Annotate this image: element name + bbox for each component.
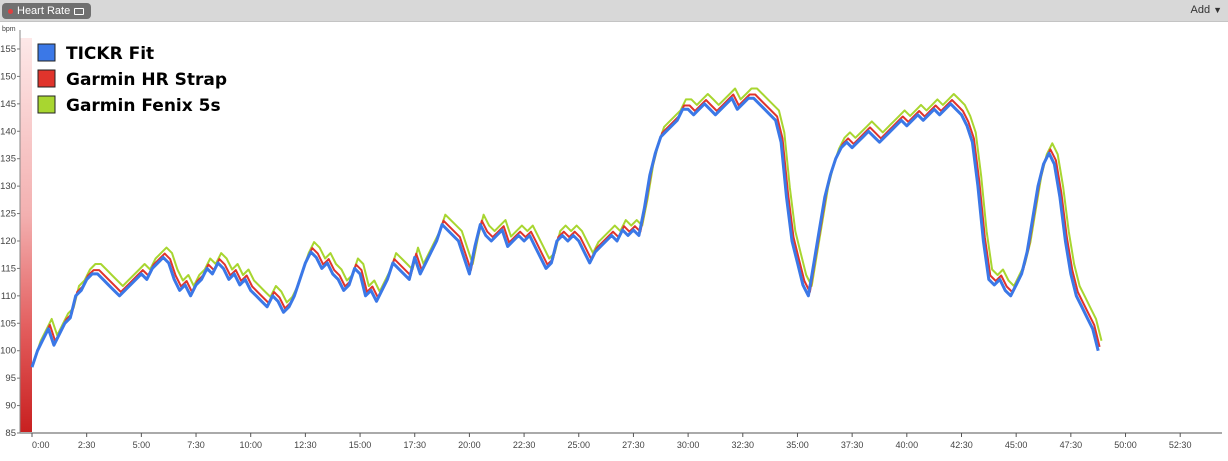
- x-tick-label: 35:00: [786, 440, 809, 450]
- heart-rate-chart: bpm 85 90 95 100 105 110 115 120 125 130 135 140 145…: [0, 26, 1222, 450]
- hr-zone-bar: [20, 38, 32, 432]
- legend-label: Garmin HR Strap: [66, 70, 227, 90]
- y-tick-label: 150: [0, 71, 16, 82]
- y-tick-label: 155: [0, 44, 16, 55]
- y-axis-unit: bpm: [2, 26, 16, 33]
- x-tick-label: 7:30: [187, 440, 205, 450]
- x-tick-label: 47:30: [1060, 440, 1083, 450]
- x-tick-label: 12:30: [294, 440, 317, 450]
- x-tick-label: 25:00: [567, 440, 590, 450]
- x-tick-label: 40:00: [896, 440, 919, 450]
- x-tick-label: 5:00: [133, 440, 151, 450]
- x-tick-label: 27:30: [622, 440, 645, 450]
- legend-label: Garmin Fenix 5s: [66, 96, 221, 116]
- x-tick-label: 22:30: [513, 440, 536, 450]
- x-tick-label: 17:30: [403, 440, 426, 450]
- y-tick-label: 95: [5, 373, 16, 384]
- y-tick-label: 145: [0, 99, 16, 110]
- series-line-garmin-fenix-5s: [34, 87, 1103, 358]
- x-tick-label: 52:30: [1169, 440, 1192, 450]
- y-tick-label: 125: [0, 209, 16, 220]
- y-tick-label: 140: [0, 126, 16, 137]
- y-tick-label: 100: [0, 346, 16, 357]
- y-tick-label: 130: [0, 181, 16, 192]
- y-tick-label: 85: [5, 428, 16, 439]
- x-tick-label: 15:00: [349, 440, 372, 450]
- legend-label: TICKR Fit: [66, 44, 154, 64]
- x-tick-label: 37:30: [841, 440, 864, 450]
- x-tick-label: 50:00: [1114, 440, 1137, 450]
- series-line-garmin-hr-strap: [32, 93, 1101, 364]
- y-tick-label: 120: [0, 236, 16, 247]
- y-tick-label: 115: [1, 263, 16, 274]
- x-tick-label: 10:00: [239, 440, 262, 450]
- x-tick-label: 42:30: [950, 440, 973, 450]
- y-tick-label: 105: [0, 318, 16, 329]
- y-tick-label: 135: [0, 154, 16, 165]
- legend-swatch: [37, 95, 56, 114]
- x-tick-label: 45:00: [1005, 440, 1028, 450]
- x-tick-label: 0:00: [32, 440, 50, 450]
- x-tick-label: 32:30: [732, 440, 755, 450]
- legend-swatch: [37, 69, 56, 88]
- x-tick-label: 30:00: [677, 440, 700, 450]
- legend-swatch: [37, 43, 56, 62]
- y-tick-label: 110: [1, 291, 16, 302]
- x-tick-label: 20:00: [458, 440, 481, 450]
- y-tick-label: 90: [5, 401, 16, 412]
- x-tick-label: 2:30: [78, 440, 96, 450]
